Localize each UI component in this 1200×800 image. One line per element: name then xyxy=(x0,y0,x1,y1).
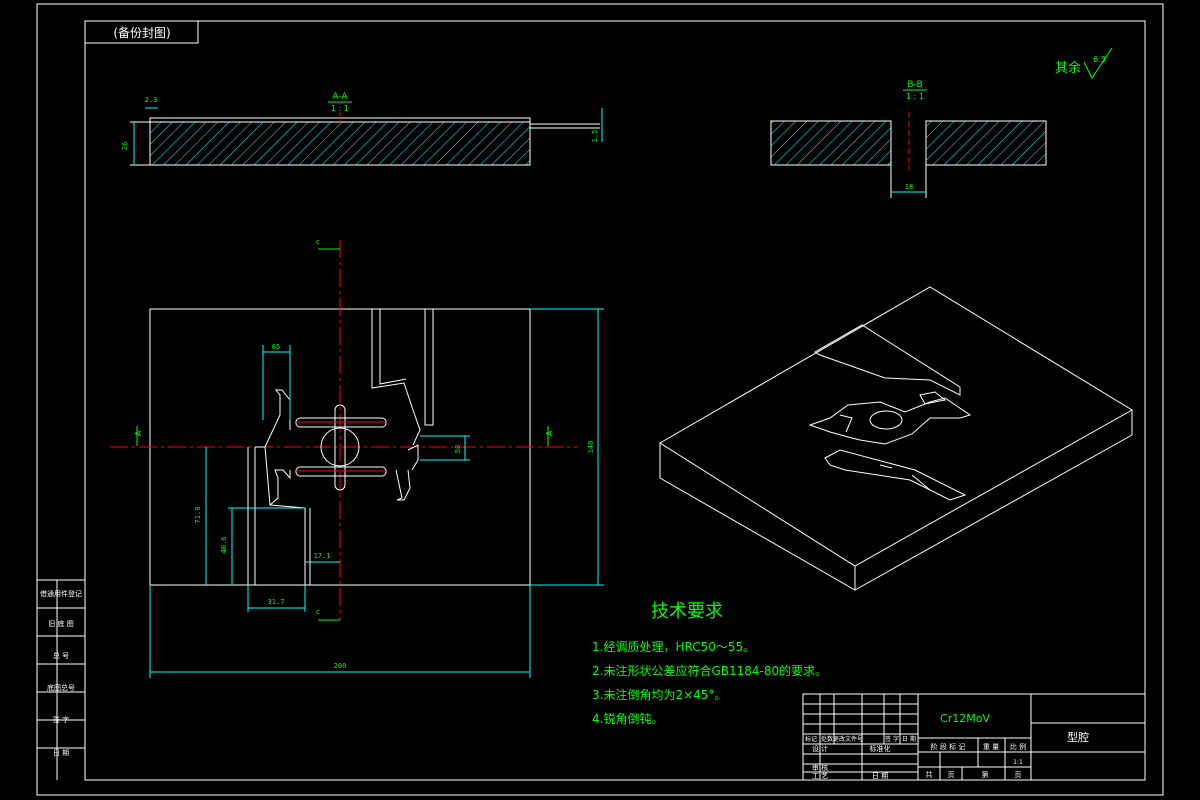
tb-process: 工 艺 xyxy=(812,772,828,780)
section-aa-label: A-A xyxy=(332,92,348,102)
corner-tag-text: (备份封图) xyxy=(113,26,170,40)
tb-date: 日 期 xyxy=(872,772,888,780)
plan-marker-c-bottom: c xyxy=(316,608,320,616)
tb-stage-mark: 阶 段 标 记 xyxy=(931,742,966,751)
plan-dim-w65: 65 xyxy=(272,343,280,351)
stamp-label-3: 总 号 xyxy=(53,651,69,660)
plan-marker-a-left: A xyxy=(134,430,143,436)
aa-dim-height: 26 xyxy=(121,142,129,150)
tb-sheet-no-unit: 页 xyxy=(1015,771,1022,779)
left-stamp-column: 借通用件登记 旧 底 图 总 号 底图总号 签 字 日 期 xyxy=(37,579,85,780)
tech-requirements: 技术要求 1.经调质处理，HRC50～55。 2.未注形状公差应符合GB1184… xyxy=(592,601,827,726)
tb-check: 审 核 xyxy=(812,763,828,772)
section-aa-view: A-A 1 : 1 26 2.3 1.5 xyxy=(121,92,603,166)
plan-view: c c A A 65 58 71.8 40.6 17.1 31.7 200 14… xyxy=(110,238,604,678)
tb-row-label-4: 签 字 xyxy=(885,735,899,743)
tb-ratio: 比 例 xyxy=(1010,742,1026,751)
plan-dim-h71: 71.8 xyxy=(194,507,202,524)
section-bb-scale: 1 : 1 xyxy=(906,92,924,101)
tech-requirement-4: 4.锐角倒钝。 xyxy=(592,712,663,726)
stamp-label-1: 借通用件登记 xyxy=(40,589,82,598)
plan-marker-c-top: c xyxy=(316,238,320,246)
tb-design: 设 计 xyxy=(812,744,828,753)
bb-dim-gap: 18 xyxy=(905,183,913,191)
title-block: 标记 处数 更改文件号 签 字 日 期 设 计 标准化 审 核 工 艺 日 期 … xyxy=(802,693,1146,781)
section-bb-view: B-B 1 : 1 18 xyxy=(770,80,1047,198)
plan-dim-w31: 31.7 xyxy=(268,598,285,606)
plan-marker-a-right: A xyxy=(545,430,554,436)
surface-finish-note: 其余 6.3 xyxy=(1055,47,1113,79)
aa-dim-top: 2.3 xyxy=(145,96,158,104)
tb-sheets: 共 xyxy=(926,770,933,779)
plan-dim-h40: 40.6 xyxy=(220,537,228,554)
tb-material: Cr12MoV xyxy=(940,712,990,725)
tb-row-label-1: 标记 xyxy=(805,735,817,743)
tb-scale-value: 1:1 xyxy=(1013,759,1023,766)
surface-finish-value: 6.3 xyxy=(1093,55,1106,64)
cad-drawing-canvas: (备份封图) 借通用件登记 旧 底 图 总 号 底图总号 签 字 日 期 A-A… xyxy=(36,3,1164,796)
plan-dim-h58: 58 xyxy=(454,445,462,453)
tb-standardize: 标准化 xyxy=(870,744,891,753)
section-bb-label: B-B xyxy=(907,80,922,90)
stamp-label-5: 签 字 xyxy=(53,715,69,724)
aa-dim-right: 1.5 xyxy=(591,130,599,143)
tb-weight: 重 量 xyxy=(983,743,999,751)
isometric-view xyxy=(659,286,1133,591)
stamp-label-4: 底图总号 xyxy=(47,683,75,692)
tech-requirement-3: 3.未注倒角均为2×45°。 xyxy=(592,687,726,702)
tb-row-label-2: 处数 xyxy=(821,735,833,743)
corner-tag: (备份封图) xyxy=(84,20,199,44)
tech-requirements-title: 技术要求 xyxy=(651,601,723,622)
stamp-label-2: 旧 底 图 xyxy=(48,619,73,628)
section-aa-scale: 1 : 1 xyxy=(331,104,349,113)
tb-row-label-5: 日 期 xyxy=(902,735,916,743)
plan-dim-total-h: 140 xyxy=(587,441,595,454)
plan-dim-total-w: 200 xyxy=(334,662,347,670)
tb-sheet-unit: 页 xyxy=(948,771,955,779)
stamp-label-6: 日 期 xyxy=(53,749,69,757)
surface-finish-label: 其余 xyxy=(1055,60,1081,76)
tb-sheet-no: 第 xyxy=(982,770,989,779)
tech-requirement-1: 1.经调质处理，HRC50～55。 xyxy=(592,640,755,654)
tb-part-name: 型腔 xyxy=(1067,730,1089,744)
plan-dim-w17: 17.1 xyxy=(314,552,331,560)
tb-row-label-3: 更改文件号 xyxy=(833,735,863,743)
tech-requirement-2: 2.未注形状公差应符合GB1184-80的要求。 xyxy=(592,663,827,678)
